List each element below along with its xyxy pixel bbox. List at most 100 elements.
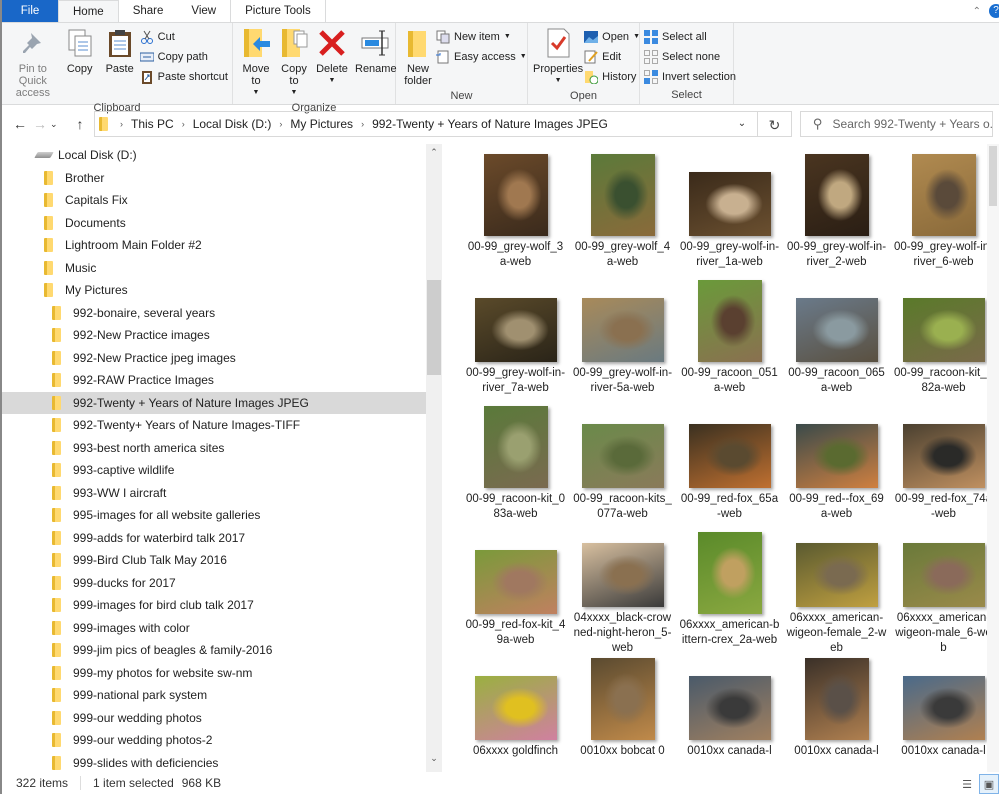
file-item[interactable]: 00-99_grey-wolf-in-river_6-web bbox=[890, 152, 997, 278]
file-item[interactable]: 00-99_racoon-kit_082a-web bbox=[890, 278, 997, 404]
breadcrumb-this-pc[interactable]: This PC bbox=[131, 117, 174, 131]
tree-item[interactable]: 999-Bird Club Talk May 2016 bbox=[2, 549, 426, 572]
tree-item[interactable]: 999-slides with deficiencies bbox=[2, 752, 426, 773]
tree-item[interactable]: 992-RAW Practice Images bbox=[2, 369, 426, 392]
pin-to-quick-access-button[interactable]: Pin to Quick access bbox=[6, 25, 60, 101]
history-button[interactable]: History bbox=[584, 68, 640, 85]
file-item[interactable]: 04xxxx_black-crowned-night-heron_5-web bbox=[569, 530, 676, 656]
forward-button[interactable]: → bbox=[30, 116, 50, 132]
address-dropdown-icon[interactable]: ⌄ bbox=[727, 112, 757, 136]
tree-item[interactable]: 999-our wedding photos-2 bbox=[2, 729, 426, 752]
tree-item[interactable]: 999-ducks for 2017 bbox=[2, 572, 426, 595]
file-item[interactable]: 00-99_red--fox_69a-web bbox=[783, 404, 890, 530]
easy-access-button[interactable]: Easy access ▼ bbox=[436, 48, 527, 65]
tree-item[interactable]: Documents bbox=[2, 212, 426, 235]
tab-home[interactable]: Home bbox=[58, 0, 119, 22]
tree-item[interactable]: 993-best north america sites bbox=[2, 437, 426, 460]
file-item[interactable]: 00-99_racoon-kits_077a-web bbox=[569, 404, 676, 530]
cut-button[interactable]: Cut bbox=[140, 28, 228, 45]
tree-item[interactable]: 999-national park system bbox=[2, 684, 426, 707]
file-item[interactable]: 00-99_racoon-kit_083a-web bbox=[462, 404, 569, 530]
up-button[interactable]: ↑ bbox=[70, 116, 90, 132]
tree-item[interactable]: Capitals Fix bbox=[2, 189, 426, 212]
tree-item[interactable]: 999-jim pics of beagles & family-2016 bbox=[2, 639, 426, 662]
tree-item[interactable]: Brother bbox=[2, 167, 426, 190]
details-view-icon[interactable]: ☰ bbox=[957, 774, 977, 794]
file-item[interactable]: 06xxxx_american-bittern-crex_2a-web bbox=[676, 530, 783, 656]
tree-item[interactable]: 992-New Practice jpeg images bbox=[2, 347, 426, 370]
tree-item[interactable]: 995-images for all website galleries bbox=[2, 504, 426, 527]
tree-item[interactable]: 993-WW I aircraft bbox=[2, 482, 426, 505]
file-item[interactable]: 06xxxx_american-wigeon-female_2-web bbox=[783, 530, 890, 656]
open-button[interactable]: Open ▼ bbox=[584, 28, 640, 45]
copy-to-button[interactable]: Copy to ▼ bbox=[275, 25, 313, 101]
nav-vertical-scrollbar[interactable]: ⌃ ⌄ bbox=[426, 144, 442, 772]
copy-path-button[interactable]: Copy path bbox=[139, 48, 228, 65]
file-item[interactable]: 00-99_grey-wolf-in-river_1a-web bbox=[676, 152, 783, 278]
content-scrollbar[interactable] bbox=[987, 144, 999, 772]
tree-item[interactable]: Lightroom Main Folder #2 bbox=[2, 234, 426, 257]
file-item[interactable]: 00-99_grey-wolf-in-river_2-web bbox=[783, 152, 890, 278]
content-scroll-thumb[interactable] bbox=[989, 146, 997, 206]
move-to-button[interactable]: Move to ▼ bbox=[237, 25, 275, 101]
tree-item[interactable]: 993-captive wildlife bbox=[2, 459, 426, 482]
breadcrumb-my-pictures[interactable]: My Pictures bbox=[290, 117, 353, 131]
scroll-up-arrow[interactable]: ⌃ bbox=[426, 144, 442, 160]
file-item[interactable]: 0010xx bobcat 0 bbox=[569, 656, 676, 772]
file-item[interactable]: 00-99_grey-wolf-in-river_7a-web bbox=[462, 278, 569, 404]
file-item[interactable]: 0010xx canada-l bbox=[890, 656, 997, 772]
tree-item[interactable]: Local Disk (D:) bbox=[2, 144, 426, 167]
address-bar[interactable]: › This PC › Local Disk (D:) › My Picture… bbox=[94, 111, 758, 137]
tab-file[interactable]: File bbox=[2, 0, 58, 22]
tree-item[interactable]: 992-Twenty+ Years of Nature Images-TIFF bbox=[2, 414, 426, 437]
breadcrumb-current-folder[interactable]: 992-Twenty + Years of Nature Images JPEG bbox=[372, 117, 608, 131]
copy-button[interactable]: Copy bbox=[60, 25, 100, 77]
help-icon[interactable]: ? bbox=[989, 4, 999, 18]
large-icons-view-icon[interactable]: ▣ bbox=[979, 774, 999, 794]
back-button[interactable]: ← bbox=[10, 116, 30, 132]
tab-share[interactable]: Share bbox=[119, 0, 178, 22]
tree-item[interactable]: Music bbox=[2, 257, 426, 280]
file-item[interactable]: 00-99_racoon_065a-web bbox=[783, 278, 890, 404]
select-all-button[interactable]: Select all bbox=[644, 28, 736, 45]
delete-button[interactable]: Delete ▼ bbox=[313, 25, 351, 89]
new-item-button[interactable]: New item ▼ bbox=[436, 28, 527, 45]
file-item[interactable]: 00-99_red-fox-kit_49a-web bbox=[462, 530, 569, 656]
file-item[interactable]: 00-99_racoon_051a-web bbox=[676, 278, 783, 404]
select-none-button[interactable]: Select none bbox=[644, 48, 736, 65]
file-item[interactable]: 00-99_grey-wolf_3a-web bbox=[462, 152, 569, 278]
file-item[interactable]: 0010xx canada-l bbox=[676, 656, 783, 772]
recent-locations-button[interactable]: ⌄ bbox=[50, 116, 70, 133]
rename-button[interactable]: Rename bbox=[351, 25, 401, 77]
paste-button[interactable]: Paste bbox=[100, 25, 140, 77]
paste-shortcut-button[interactable]: Paste shortcut bbox=[140, 68, 228, 85]
properties-button[interactable]: Properties ▼ bbox=[532, 25, 584, 89]
tree-item[interactable]: 999-adds for waterbird talk 2017 bbox=[2, 527, 426, 550]
file-item[interactable]: 00-99_red-fox_65a-web bbox=[676, 404, 783, 530]
search-box[interactable]: ⚲ Search 992-Twenty + Years o... bbox=[800, 111, 993, 137]
breadcrumb-local-disk[interactable]: Local Disk (D:) bbox=[193, 117, 272, 131]
tree-item[interactable]: 999-my photos for website sw-nm bbox=[2, 662, 426, 685]
tree-item[interactable]: 992-bonaire, several years bbox=[2, 302, 426, 325]
file-item[interactable]: 00-99_grey-wolf-in-river-5a-web bbox=[569, 278, 676, 404]
tree-item[interactable]: 992-Twenty + Years of Nature Images JPEG bbox=[2, 391, 426, 414]
edit-button[interactable]: Edit bbox=[584, 48, 640, 65]
file-item[interactable]: 0010xx canada-l bbox=[783, 656, 890, 772]
tab-view[interactable]: View bbox=[177, 0, 230, 22]
tree-item[interactable]: 999-our wedding photos bbox=[2, 707, 426, 730]
tree-item[interactable]: My Pictures bbox=[2, 279, 426, 302]
collapse-ribbon-icon[interactable]: ⌃ bbox=[973, 6, 981, 17]
file-item[interactable]: 00-99_red-fox_74a-web bbox=[890, 404, 997, 530]
refresh-button[interactable]: ↻ bbox=[758, 111, 792, 137]
nav-scroll-thumb[interactable] bbox=[427, 280, 441, 375]
tree-item[interactable]: 999-images with color bbox=[2, 617, 426, 640]
file-item[interactable]: 06xxxx_american-wigeon-male_6-web bbox=[890, 530, 997, 656]
scroll-down-arrow[interactable]: ⌄ bbox=[426, 750, 442, 766]
file-item[interactable]: 06xxxx goldfinch bbox=[462, 656, 569, 772]
tree-item[interactable]: 999-images for bird club talk 2017 bbox=[2, 594, 426, 617]
file-item[interactable]: 00-99_grey-wolf_4a-web bbox=[569, 152, 676, 278]
invert-selection-button[interactable]: Invert selection bbox=[644, 68, 736, 85]
tab-picture-tools[interactable]: Picture Tools bbox=[230, 0, 326, 22]
tree-item[interactable]: 992-New Practice images bbox=[2, 324, 426, 347]
new-folder-button[interactable]: New folder bbox=[400, 25, 436, 89]
